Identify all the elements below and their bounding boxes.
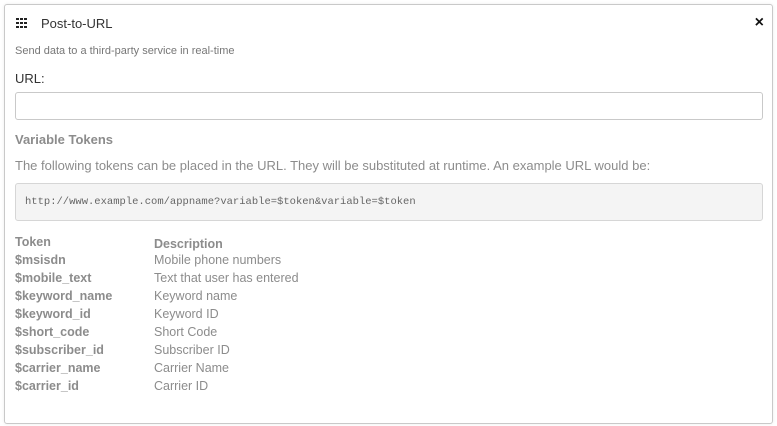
token-column-header: Token <box>15 235 51 249</box>
table-row: $mobile_text Text that user has entered <box>15 271 615 289</box>
table-row: $subscriber_id Subscriber ID <box>15 343 615 361</box>
tokens-table: Token Description $msisdn Mobile phone nu… <box>15 235 615 397</box>
token-description: Mobile phone numbers <box>154 253 282 267</box>
token-name: $msisdn <box>15 253 66 267</box>
token-name: $short_code <box>15 325 90 339</box>
token-description: Keyword ID <box>154 307 219 321</box>
token-description: Text that user has entered <box>154 271 299 285</box>
table-row: $carrier_name Carrier Name <box>15 361 615 379</box>
table-row: $carrier_id Carrier ID <box>15 379 615 397</box>
variable-tokens-description: The following tokens can be placed in th… <box>15 158 651 173</box>
table-row: $short_code Short Code <box>15 325 615 343</box>
url-label: URL: <box>15 71 45 86</box>
token-description: Keyword name <box>154 289 238 303</box>
dialog-title: Post-to-URL <box>41 16 113 31</box>
description-column-header: Description <box>154 237 223 251</box>
token-description: Subscriber ID <box>154 343 230 357</box>
token-name: $keyword_id <box>15 307 91 321</box>
table-row: $msisdn Mobile phone numbers <box>15 253 615 271</box>
token-description: Carrier ID <box>154 379 209 393</box>
token-name: $keyword_name <box>15 289 113 303</box>
dialog-header: Post-to-URL × <box>5 5 772 43</box>
close-icon[interactable]: × <box>755 14 764 32</box>
token-name: $carrier_name <box>15 361 101 375</box>
dialog-subtitle: Send data to a third-party service in re… <box>15 45 235 57</box>
token-name: $mobile_text <box>15 271 92 285</box>
token-name: $carrier_id <box>15 379 79 393</box>
table-row: $keyword_id Keyword ID <box>15 307 615 325</box>
variable-tokens-heading: Variable Tokens <box>15 132 114 147</box>
url-input[interactable] <box>15 92 763 120</box>
example-url-box: http://www.example.com/appname?variable=… <box>15 183 763 221</box>
grid-icon <box>16 18 28 28</box>
token-name: $subscriber_id <box>15 343 104 357</box>
table-row: $keyword_name Keyword name <box>15 289 615 307</box>
tokens-table-header: Token Description <box>15 235 615 253</box>
token-description: Short Code <box>154 325 218 339</box>
post-to-url-dialog: Post-to-URL × Send data to a third-party… <box>4 4 773 424</box>
token-description: Carrier Name <box>154 361 230 375</box>
example-url: http://www.example.com/appname?variable=… <box>25 196 416 208</box>
